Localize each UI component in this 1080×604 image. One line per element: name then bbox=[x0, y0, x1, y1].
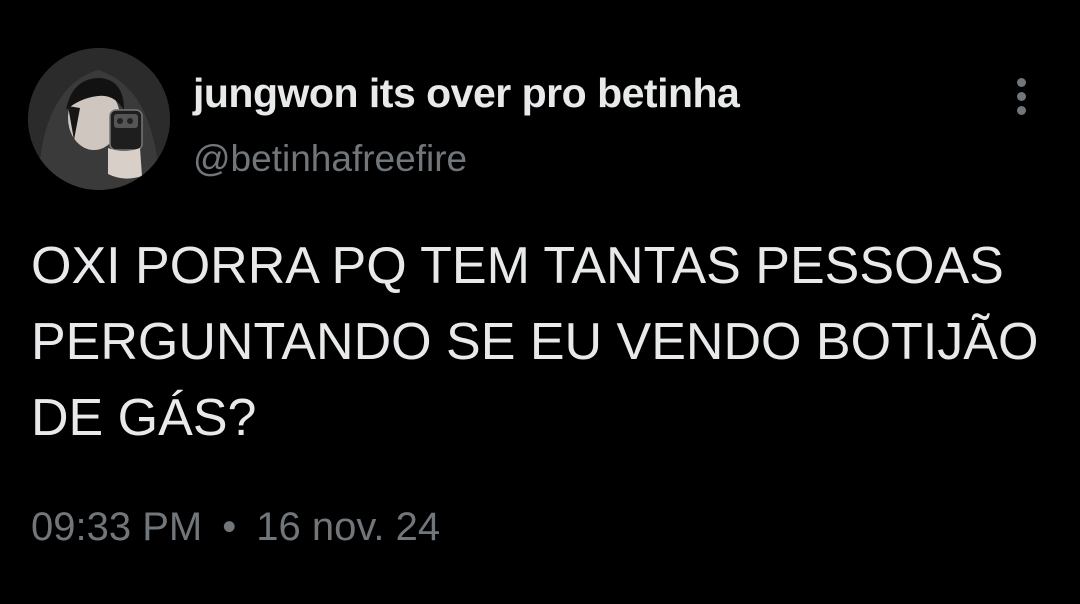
tweet-meta: 09:33 PM • 16 nov. 24 bbox=[31, 505, 440, 550]
display-name[interactable]: jungwon its over pro betinha bbox=[193, 70, 740, 117]
avatar-image bbox=[28, 48, 170, 190]
tweet: jungwon its over pro betinha @betinhafre… bbox=[0, 0, 1080, 604]
more-vertical-icon[interactable] bbox=[1004, 74, 1040, 118]
tweet-date[interactable]: 16 nov. 24 bbox=[256, 505, 440, 549]
tweet-text: OXI PORRA PQ TEM TANTAS PESSOAS PERGUNTA… bbox=[31, 228, 1051, 456]
avatar[interactable] bbox=[28, 48, 170, 190]
more-dot bbox=[1017, 92, 1026, 101]
more-dot bbox=[1017, 78, 1026, 87]
more-dot bbox=[1017, 106, 1026, 115]
tweet-text-line: DE GÁS? bbox=[31, 389, 257, 447]
tweet-text-line: PERGUNTANDO SE EU VENDO BOTIJÃO bbox=[31, 313, 1039, 371]
meta-separator: • bbox=[222, 505, 237, 549]
tweet-time[interactable]: 09:33 PM bbox=[31, 505, 202, 549]
handle[interactable]: @betinhafreefire bbox=[193, 138, 467, 180]
tweet-text-line: OXI PORRA PQ TEM TANTAS PESSOAS bbox=[31, 237, 1004, 295]
